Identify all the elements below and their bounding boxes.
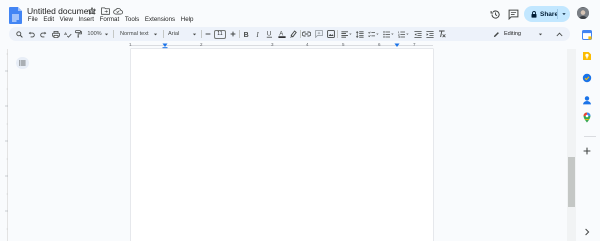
- decrease-font-size-icon[interactable]: [203, 27, 212, 41]
- comments-icon[interactable]: [507, 8, 519, 20]
- show-outline-button[interactable]: [16, 57, 29, 69]
- menu-edit[interactable]: Edit: [41, 16, 57, 24]
- toolbar-divider: [113, 30, 114, 38]
- svg-text:B: B: [243, 32, 248, 38]
- font-value: Arial: [168, 31, 180, 37]
- insert-link-icon[interactable]: [302, 27, 311, 41]
- text-style-select[interactable]: Normal text: [118, 27, 160, 41]
- checklist-icon[interactable]: [367, 27, 379, 41]
- menu-file[interactable]: File: [25, 16, 41, 24]
- chevron-down-icon: [153, 33, 158, 35]
- chevron-down-icon: [192, 33, 197, 35]
- font-size-input[interactable]: 11: [214, 29, 226, 39]
- menu-insert[interactable]: Insert: [76, 16, 97, 24]
- avatar[interactable]: [577, 7, 589, 19]
- document-title[interactable]: Untitled document: [27, 6, 96, 16]
- maps-icon[interactable]: [581, 111, 593, 123]
- highlight-color-icon[interactable]: [289, 27, 298, 41]
- move-to-folder-icon[interactable]: [100, 6, 110, 16]
- bold-icon[interactable]: B: [241, 27, 250, 41]
- lock-icon: [531, 10, 537, 18]
- calendar-icon[interactable]: [581, 29, 593, 41]
- chevron-down-icon[interactable]: [561, 10, 567, 20]
- ruler-number: 1: [129, 42, 132, 47]
- menu-bar: File Edit View Insert Format Tools Exten…: [25, 16, 196, 24]
- ruler-number: 6: [378, 42, 381, 47]
- chevron-down-icon: [538, 33, 543, 35]
- share-divider: [557, 9, 558, 19]
- hide-menus-icon[interactable]: [554, 27, 564, 41]
- align-icon[interactable]: [340, 27, 352, 41]
- search-menus-icon[interactable]: [15, 27, 24, 41]
- font-select[interactable]: Arial: [166, 27, 199, 41]
- toolbar-divider: [337, 30, 338, 38]
- menu-help[interactable]: Help: [178, 16, 196, 24]
- vertical-ruler[interactable]: [0, 49, 8, 241]
- formatting-toolbar: A 100% Normal text Arial 11 B I U A Edit…: [9, 27, 570, 41]
- outline-icon: [19, 60, 26, 66]
- bulleted-list-icon[interactable]: [382, 27, 394, 41]
- editing-mode-value: Editing: [503, 31, 522, 37]
- text-color-icon[interactable]: A: [277, 27, 286, 41]
- scrollbar-thumb[interactable]: [568, 157, 575, 207]
- insert-image-icon[interactable]: [326, 27, 335, 41]
- title-actions: [87, 6, 123, 16]
- toolbar-divider: [163, 30, 164, 38]
- svg-text:I: I: [255, 31, 259, 38]
- svg-text:U: U: [267, 31, 272, 38]
- pencil-icon: [493, 31, 499, 37]
- zoom-value: 100%: [87, 31, 102, 37]
- undo-icon[interactable]: [27, 27, 36, 41]
- ruler-number: 5: [342, 42, 345, 47]
- contacts-icon[interactable]: [581, 94, 593, 106]
- numbered-list-icon[interactable]: [397, 27, 409, 41]
- ruler-number: 7: [413, 42, 416, 47]
- ruler-number: 4: [306, 42, 309, 47]
- toolbar-divider: [201, 30, 202, 38]
- cloud-saved-icon[interactable]: [113, 6, 123, 16]
- scrollbar-track[interactable]: [567, 49, 576, 241]
- line-spacing-icon[interactable]: [355, 27, 364, 41]
- redo-icon[interactable]: [39, 27, 48, 41]
- ruler-number: 2: [200, 42, 203, 47]
- menu-format[interactable]: Format: [97, 16, 122, 24]
- docs-logo-icon[interactable]: [9, 7, 22, 24]
- toolbar-divider: [239, 30, 240, 38]
- underline-icon[interactable]: U: [265, 27, 274, 41]
- document-page[interactable]: [131, 49, 433, 241]
- add-icon[interactable]: [581, 145, 593, 157]
- add-comment-icon[interactable]: [314, 27, 323, 41]
- decrease-indent-icon[interactable]: [413, 27, 422, 41]
- keep-icon[interactable]: [581, 50, 593, 62]
- chevron-right-icon[interactable]: [581, 226, 593, 238]
- menu-tools[interactable]: Tools: [122, 16, 142, 24]
- share-button[interactable]: Share: [524, 6, 570, 22]
- increase-font-size-icon[interactable]: [228, 27, 237, 41]
- editing-mode-select[interactable]: Editing: [493, 27, 543, 41]
- spellcheck-icon[interactable]: A: [63, 27, 72, 41]
- version-history-icon[interactable]: [489, 8, 501, 20]
- menu-extensions[interactable]: Extensions: [142, 16, 178, 24]
- share-label: Share: [540, 10, 559, 18]
- toolbar-divider: [300, 30, 301, 38]
- clear-formatting-icon[interactable]: [437, 27, 446, 41]
- star-icon[interactable]: [87, 6, 97, 16]
- paint-format-icon[interactable]: [74, 27, 83, 41]
- zoom-select[interactable]: 100%: [86, 27, 110, 41]
- ruler-number: 3: [271, 42, 274, 47]
- tasks-icon[interactable]: [581, 72, 593, 84]
- side-panel-divider: [584, 136, 596, 137]
- menu-view[interactable]: View: [57, 16, 76, 24]
- italic-icon[interactable]: I: [253, 27, 262, 41]
- increase-indent-icon[interactable]: [425, 27, 434, 41]
- chevron-down-icon: [104, 33, 108, 35]
- print-icon[interactable]: [51, 27, 60, 41]
- svg-text:A: A: [64, 31, 67, 36]
- text-style-value: Normal text: [120, 31, 149, 37]
